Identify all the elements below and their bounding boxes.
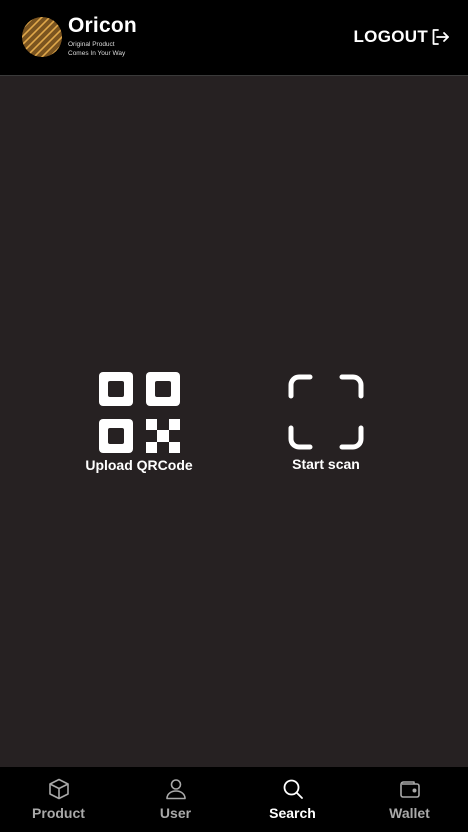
nav-label-search: Search <box>269 805 316 821</box>
logout-label: LOGOUT <box>353 27 428 46</box>
scan-frame-icon <box>288 374 364 450</box>
logout-button[interactable]: LOGOUT <box>353 27 450 47</box>
nav-item-search[interactable]: Search <box>234 767 351 832</box>
nav-label-user: User <box>159 805 192 821</box>
brand-name: Oricon <box>68 14 137 37</box>
scan-panel: Upload QRCode Start scan <box>0 77 468 767</box>
upload-qrcode-button[interactable]: Upload QRCode <box>64 372 214 473</box>
brand-tagline: Original Product Comes In Your Way <box>68 40 148 58</box>
nav-item-user[interactable]: User <box>117 767 234 832</box>
tagline-line-2: Comes In Your Way <box>68 50 126 57</box>
nav-item-wallet[interactable]: Wallet <box>351 767 468 832</box>
qr-code-icon <box>98 372 180 453</box>
start-scan-button[interactable]: Start scan <box>251 374 401 472</box>
app-header: Oricon Original Product Comes In Your Wa… <box>0 0 468 76</box>
wallet-icon <box>399 781 420 798</box>
user-icon <box>165 779 186 800</box>
upload-qrcode-label: Upload QRCode <box>85 457 193 473</box>
cube-icon <box>48 778 69 800</box>
nav-label-product: Product <box>32 805 85 821</box>
bottom-navigation: Product User Search Wallet <box>0 767 468 832</box>
logout-icon <box>432 29 449 45</box>
start-scan-label: Start scan <box>292 456 360 472</box>
nav-item-product[interactable]: Product <box>0 767 117 832</box>
tagline-line-1: Original Product <box>68 41 115 48</box>
nav-label-wallet: Wallet <box>389 805 430 821</box>
brand-logo-icon <box>22 17 62 57</box>
search-icon <box>283 779 303 799</box>
